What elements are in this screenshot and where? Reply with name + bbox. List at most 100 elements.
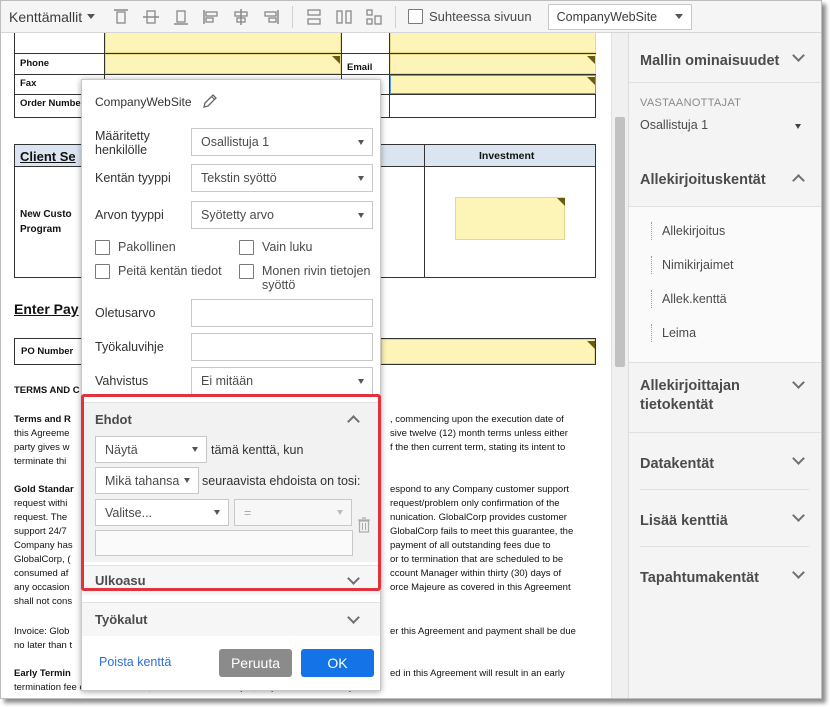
checkbox-box[interactable] — [239, 264, 254, 279]
initials-item[interactable]: Nimikirjaimet — [651, 256, 734, 274]
required-checkbox[interactable]: Pakollinen — [95, 240, 176, 255]
distribute-horizontal-icon[interactable] — [329, 2, 359, 32]
document-scrollbar[interactable] — [611, 33, 628, 698]
po-number-field[interactable] — [381, 339, 595, 364]
chevron-down-icon — [792, 452, 805, 465]
scrollbar-thumb[interactable] — [615, 117, 625, 367]
early-termination-right: ed in this Agreement will result in an e… — [390, 668, 565, 679]
multiline-checkbox[interactable]: Monen rivin tietojen syöttö — [239, 264, 374, 292]
grid-icon[interactable] — [359, 2, 389, 32]
value-type-label: Arvon tyyppi — [95, 208, 164, 222]
condition-value-input[interactable] — [95, 530, 353, 556]
chevron-down-icon — [184, 478, 190, 483]
data-fields-section[interactable]: Datakentät — [640, 433, 809, 490]
chevron-down-icon — [358, 378, 364, 384]
trash-icon[interactable] — [357, 517, 371, 538]
fax-label: Fax — [20, 78, 37, 89]
template-properties-section[interactable]: Mallin ominaisuudet — [629, 33, 821, 83]
signature-block-item[interactable]: Allek.kenttä — [651, 290, 727, 308]
choose-field-select[interactable]: Valitse... — [95, 499, 229, 526]
align-top-icon[interactable] — [106, 2, 136, 32]
phone-field[interactable] — [105, 54, 341, 74]
conditions-section-header[interactable]: Ehdot — [82, 402, 380, 436]
checkbox-box[interactable] — [408, 9, 423, 24]
ok-button[interactable]: OK — [301, 649, 374, 677]
chevron-down-icon — [674, 14, 683, 19]
email-field[interactable] — [390, 54, 596, 74]
text-field[interactable] — [390, 33, 596, 53]
checkbox-box[interactable] — [95, 240, 110, 255]
align-bottom-icon[interactable] — [166, 2, 196, 32]
checkbox-box[interactable] — [239, 240, 254, 255]
delete-field-link[interactable]: Poista kenttä — [99, 655, 171, 669]
dialog-title: CompanyWebSite — [95, 95, 192, 109]
gold-line: request withi — [14, 498, 68, 509]
field-templates-label: Kenttämallit — [9, 8, 83, 25]
assigned-to-select[interactable]: Osallistuja 1 — [191, 128, 373, 156]
gold-line: GlobalCorp fails to meet this guarantee,… — [390, 526, 574, 537]
investment-field[interactable] — [455, 197, 565, 240]
investment-header: Investment — [479, 150, 535, 162]
default-value-input[interactable] — [191, 299, 373, 327]
mask-checkbox[interactable]: Peitä kentän tiedot — [95, 264, 222, 279]
show-select[interactable]: Näytä — [95, 436, 207, 463]
event-fields-section[interactable]: Tapahtumakentät — [640, 547, 809, 604]
relative-to-page-checkbox[interactable]: Suhteessa sivuun — [408, 9, 532, 24]
checkbox-box[interactable] — [95, 264, 110, 279]
field-properties-dialog: CompanyWebSite Määritetty henkilölle Osa… — [81, 79, 381, 691]
field-templates-menu[interactable]: Kenttämallit — [1, 9, 106, 25]
required-label: Pakollinen — [118, 240, 176, 254]
field-type-select[interactable]: Tekstin syöttö — [191, 164, 373, 192]
new-customer-label: New Custo — [20, 209, 72, 220]
field-marker-icon — [587, 56, 595, 64]
readonly-checkbox[interactable]: Vain luku — [239, 240, 313, 255]
tools-section-header[interactable]: Työkalut — [82, 602, 380, 636]
stamp-item[interactable]: Leima — [651, 324, 696, 342]
validation-select[interactable]: Ei mitään — [191, 367, 373, 395]
align-middle-icon[interactable] — [136, 2, 166, 32]
multiline-label: Monen rivin tietojen syöttö — [262, 264, 371, 292]
gold-line: GlobalCorp, ( — [14, 554, 71, 565]
text-field[interactable] — [105, 33, 341, 53]
gold-line: any occasion — [14, 582, 70, 593]
phone-label: Phone — [20, 58, 50, 69]
chevron-down-icon — [795, 124, 801, 129]
more-fields-section[interactable]: Lisää kenttiä — [640, 490, 809, 547]
site-select[interactable]: CompanyWebSite — [547, 3, 692, 30]
signer-info-title: Allekirjoittajan tietokentät — [640, 378, 740, 413]
terms-line: terminate thi — [14, 456, 67, 467]
terms-line: party gives w — [14, 442, 70, 453]
tools-title: Työkalut — [95, 612, 148, 627]
signature-fields-section[interactable]: Allekirjoituskentät — [629, 147, 821, 207]
tooltip-input[interactable] — [191, 333, 373, 361]
site-select-value: CompanyWebSite — [556, 9, 658, 24]
gold-line: support 24/7 — [14, 526, 67, 537]
toolbar-divider — [395, 5, 396, 28]
chevron-down-icon — [358, 139, 364, 145]
distribute-vertical-icon[interactable] — [299, 2, 329, 32]
appearance-section-header[interactable]: Ulkoasu — [82, 565, 380, 595]
chevron-down-icon — [192, 447, 198, 452]
value-type-select[interactable]: Syötetty arvo — [191, 201, 373, 229]
chevron-down-icon — [358, 212, 364, 218]
validation-value: Ei mitään — [201, 374, 254, 388]
align-left-icon[interactable] — [196, 2, 226, 32]
terms-line: f the then current term, stating its int… — [390, 442, 566, 453]
align-right-icon[interactable] — [256, 2, 286, 32]
selected-field[interactable] — [390, 75, 596, 94]
edit-pencil-icon[interactable] — [202, 93, 218, 114]
chevron-down-icon — [214, 510, 220, 515]
chevron-down-icon — [337, 510, 343, 515]
field-type-value: Tekstin syöttö — [201, 171, 277, 185]
signature-item[interactable]: Allekirjoitus — [651, 222, 725, 240]
show-value: Näytä — [105, 442, 138, 457]
signer-info-section[interactable]: Allekirjoittajan tietokentät — [629, 363, 821, 433]
operator-select[interactable]: = — [234, 499, 352, 526]
gold-line: nunication. GlobalCorp provides customer — [390, 512, 567, 523]
chevron-up-icon — [792, 174, 805, 187]
cancel-button[interactable]: Peruuta — [219, 649, 292, 677]
any-select[interactable]: Mikä tahansa — [95, 467, 199, 494]
recipient-select[interactable]: Osallistuja 1 — [640, 118, 708, 132]
align-center-icon[interactable] — [226, 2, 256, 32]
appearance-title: Ulkoasu — [95, 573, 146, 588]
